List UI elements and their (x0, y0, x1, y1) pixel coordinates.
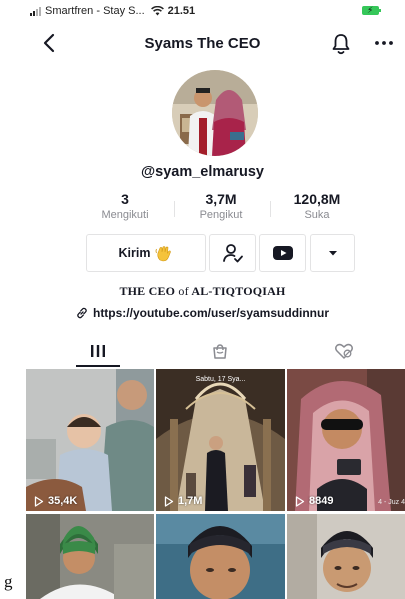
video-grid: 35,4K Sabtu, 17 Sya... 1,7M 4 - Juz 4 88… (26, 369, 405, 599)
play-outline-icon (164, 495, 174, 507)
following-label: Mengikuti (101, 209, 149, 221)
video-caption: Sabtu, 17 Sya... (195, 376, 246, 383)
tab-liked[interactable] (322, 334, 366, 368)
status-time: 21.51 (167, 5, 196, 17)
video-tile[interactable]: Sabtu, 17 Sya... 1,7M (156, 369, 285, 511)
youtube-icon (272, 246, 293, 260)
followers-label: Pengikut (199, 209, 243, 221)
tab-videos[interactable] (76, 334, 120, 368)
profile-link-text: https://youtube.com/user/syamsuddinnur (92, 306, 330, 320)
friend-check-button[interactable] (209, 234, 256, 272)
message-button[interactable]: Kirim (86, 234, 206, 272)
stat-divider (270, 201, 271, 217)
link-icon (77, 307, 87, 319)
active-tab-indicator (76, 365, 120, 367)
more-dropdown-button[interactable] (310, 234, 355, 272)
likes-label: Suka (304, 209, 330, 221)
profile-link[interactable]: https://youtube.com/user/syamsuddinnur (0, 306, 405, 320)
stray-caption-text: g (4, 572, 13, 591)
stat-likes[interactable]: 120,8M Suka (282, 191, 352, 221)
profile-avatar[interactable] (172, 70, 258, 156)
view-count-text: 1,7M (178, 495, 203, 507)
view-count: 1,7M (164, 495, 202, 507)
likes-count: 120,8M (293, 191, 341, 207)
video-date-label: 4 - Juz 4 (378, 499, 405, 506)
stat-followers[interactable]: 3,7M Pengikut (186, 191, 256, 221)
view-count: 8849 (295, 495, 333, 507)
video-thumbnail (156, 514, 285, 599)
play-outline-icon (295, 495, 305, 507)
message-button-label: Kirim (118, 246, 151, 260)
dropdown-triangle-icon (328, 251, 337, 256)
video-tile[interactable]: 35,4K (26, 369, 154, 511)
followers-count: 3,7M (205, 191, 237, 207)
carrier-name: Smartfren - Stay S... (45, 5, 145, 17)
signal-icon (30, 6, 41, 16)
user-check-icon (222, 244, 243, 263)
video-thumbnail (287, 514, 405, 599)
status-bar: Smartfren - Stay S... 21.51 ⚡ (0, 0, 405, 24)
tab-shop[interactable] (198, 334, 242, 368)
stat-following[interactable]: 3 Mengikuti (90, 191, 160, 221)
video-thumbnail (26, 369, 154, 511)
video-thumbnail (156, 369, 285, 511)
profile-tabs (26, 334, 405, 368)
status-left: Smartfren - Stay S... 21.51 (30, 5, 195, 17)
bio-prefix: THE CEO (119, 284, 176, 298)
video-tile[interactable] (26, 514, 154, 599)
battery-charging-icon: ⚡ (362, 5, 381, 15)
profile-bio: THE CEO of AL-TIQTOQIAH (0, 284, 405, 299)
view-count-text: 35,4K (48, 495, 78, 507)
more-options-icon[interactable] (374, 34, 394, 52)
wifi-icon (150, 6, 164, 16)
video-tile[interactable]: 4 - Juz 4 8849 (287, 369, 405, 511)
avatar-photo (172, 70, 258, 156)
shopping-bag-icon (213, 344, 227, 359)
video-tile[interactable] (156, 514, 285, 599)
username: @syam_elmarusy (141, 164, 264, 180)
waving-hand-icon (156, 246, 172, 262)
video-thumbnail (287, 369, 405, 511)
view-count-text: 8849 (309, 495, 334, 507)
nav-bar: Syams The CEO (0, 26, 405, 62)
following-count: 3 (121, 191, 129, 207)
video-thumbnail (26, 514, 154, 599)
bell-icon[interactable] (330, 32, 352, 56)
stat-divider (174, 201, 175, 217)
grid-bars-icon (91, 345, 105, 357)
bio-suffix: AL-TIQTOQIAH (191, 284, 286, 298)
youtube-button[interactable] (259, 234, 306, 272)
view-count: 35,4K (34, 495, 77, 507)
profile-stats: 3 Mengikuti 3,7M Pengikut 120,8M Suka (90, 191, 350, 225)
bio-mid: of (178, 284, 189, 298)
play-outline-icon (34, 495, 44, 507)
video-tile[interactable] (287, 514, 405, 599)
heart-hidden-icon (335, 343, 353, 359)
